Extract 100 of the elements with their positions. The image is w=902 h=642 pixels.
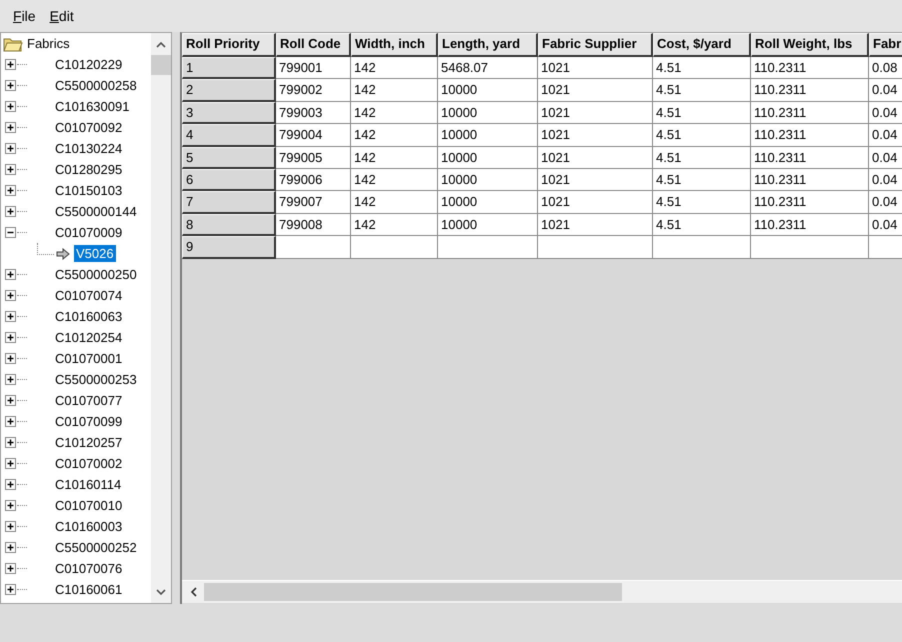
expand-icon[interactable] xyxy=(5,500,16,511)
row-header[interactable]: 6 xyxy=(182,168,276,192)
expand-icon[interactable] xyxy=(5,143,16,154)
expand-icon[interactable] xyxy=(5,80,16,91)
tree-item[interactable]: C5500000258 xyxy=(53,77,139,94)
row-header[interactable]: 4 xyxy=(182,124,276,147)
table-cell: 10000 xyxy=(438,146,538,169)
expand-icon[interactable] xyxy=(5,290,16,301)
expand-icon[interactable] xyxy=(5,101,16,112)
tree-item[interactable]: C01070010 xyxy=(53,497,124,514)
scroll-left-icon[interactable] xyxy=(190,587,196,597)
table-cell: 10000 xyxy=(438,214,538,236)
menu-item[interactable]: Edit xyxy=(42,6,81,26)
tree-item[interactable]: C01070077 xyxy=(53,392,124,409)
table-cell: 0.04 xyxy=(869,191,902,214)
tree-item[interactable]: C5500000252 xyxy=(53,539,139,556)
column-header[interactable]: Fabric Supplier xyxy=(538,33,653,57)
expand-icon[interactable] xyxy=(5,395,16,406)
table-cell: 110.2311 xyxy=(751,102,869,124)
table-cell: 0.04 xyxy=(869,168,902,192)
table-cell: 110.2311 xyxy=(751,146,869,169)
table-cell: 799006 xyxy=(276,168,351,192)
tree-item[interactable]: C01070002 xyxy=(53,455,124,472)
column-header[interactable]: Fabr xyxy=(869,33,902,57)
expand-icon[interactable] xyxy=(5,185,16,196)
tree-item[interactable]: C10150103 xyxy=(53,182,124,199)
tree-item[interactable]: C10160063 xyxy=(53,308,124,325)
expand-icon[interactable] xyxy=(5,164,16,175)
expand-icon[interactable] xyxy=(5,479,16,490)
tree-item[interactable]: C10160114 xyxy=(53,476,124,493)
table-cell: 0.04 xyxy=(869,79,902,102)
table-cell: 1021 xyxy=(538,124,653,147)
tree-item[interactable]: C5500000253 xyxy=(53,371,139,388)
expand-icon[interactable] xyxy=(5,353,16,364)
table-cell: 0.04 xyxy=(869,214,902,236)
collapse-icon[interactable] xyxy=(5,227,16,238)
row-header[interactable]: 2 xyxy=(182,79,276,102)
column-header[interactable]: Roll Weight, lbs xyxy=(751,33,869,57)
tree-item[interactable]: C01070099 xyxy=(53,413,124,430)
row-header[interactable]: 9 xyxy=(182,236,276,259)
table-cell: 142 xyxy=(351,191,438,214)
table-cell: 142 xyxy=(351,168,438,192)
expand-icon[interactable] xyxy=(5,374,16,385)
tree-item[interactable]: C10160003 xyxy=(53,518,124,535)
column-header[interactable]: Roll Code xyxy=(276,33,351,57)
row-header[interactable]: 7 xyxy=(182,191,276,214)
tree-item[interactable]: C5500000144 xyxy=(53,203,139,220)
table-cell: 110.2311 xyxy=(751,57,869,80)
tree-item[interactable]: C10160061 xyxy=(53,581,124,598)
column-header[interactable]: Length, yard xyxy=(438,33,538,57)
tree-item[interactable]: C10120229 xyxy=(53,56,124,73)
tree-root[interactable]: Fabrics xyxy=(27,36,70,51)
tree-item[interactable]: C01070074 xyxy=(53,287,124,304)
table-cell: 4.51 xyxy=(653,168,751,192)
tree-item[interactable]: C101630091 xyxy=(53,98,132,115)
tree-item[interactable]: C5500000250 xyxy=(53,266,139,283)
table-cell: 1021 xyxy=(538,57,653,80)
column-header[interactable]: Roll Priority xyxy=(182,33,276,57)
scroll-down-icon[interactable] xyxy=(156,588,166,596)
tree-item[interactable]: C01070092 xyxy=(53,119,124,136)
expand-icon[interactable] xyxy=(5,458,16,469)
table-cell: 0.08 xyxy=(869,57,902,80)
table-cell: 110.2311 xyxy=(751,191,869,214)
expand-icon[interactable] xyxy=(5,206,16,217)
expand-icon[interactable] xyxy=(5,332,16,343)
tree-item[interactable]: C10120254 xyxy=(53,329,124,346)
tree-item[interactable]: C10120257 xyxy=(53,434,124,451)
expand-icon[interactable] xyxy=(5,311,16,322)
row-header[interactable]: 8 xyxy=(182,214,276,236)
column-header[interactable]: Cost, $/yard xyxy=(653,33,751,57)
table-cell: 1021 xyxy=(538,191,653,214)
tree-item[interactable]: C01070009 xyxy=(53,224,124,241)
table-cell: 4.51 xyxy=(653,124,751,147)
row-header[interactable]: 3 xyxy=(182,102,276,124)
table-cell: 142 xyxy=(351,124,438,147)
menu-item[interactable]: File xyxy=(6,6,43,26)
expand-icon[interactable] xyxy=(5,521,16,532)
row-header[interactable]: 1 xyxy=(182,57,276,80)
table-cell: 0.04 xyxy=(869,124,902,147)
expand-icon[interactable] xyxy=(5,542,16,553)
tree-item[interactable]: C01070001 xyxy=(53,350,124,367)
tree-item[interactable]: C01280295 xyxy=(53,161,124,178)
expand-icon[interactable] xyxy=(5,416,16,427)
expand-icon[interactable] xyxy=(5,122,16,133)
expand-icon[interactable] xyxy=(5,269,16,280)
expand-icon[interactable] xyxy=(5,563,16,574)
table-cell: 4.51 xyxy=(653,79,751,102)
expand-icon[interactable] xyxy=(5,437,16,448)
column-header[interactable]: Width, inch xyxy=(351,33,438,57)
row-header[interactable]: 5 xyxy=(182,146,276,169)
arrow-icon xyxy=(56,248,70,260)
expand-icon[interactable] xyxy=(5,584,16,595)
scroll-up-icon[interactable] xyxy=(156,40,166,48)
table-cell: 799003 xyxy=(276,102,351,124)
tree-item[interactable]: C10130224 xyxy=(53,140,124,157)
tree-item[interactable]: C01070076 xyxy=(53,560,124,577)
scroll-thumb[interactable] xyxy=(204,583,622,601)
tree-item[interactable]: V5026 xyxy=(74,245,116,262)
expand-icon[interactable] xyxy=(5,59,16,70)
scroll-thumb[interactable] xyxy=(151,55,171,75)
